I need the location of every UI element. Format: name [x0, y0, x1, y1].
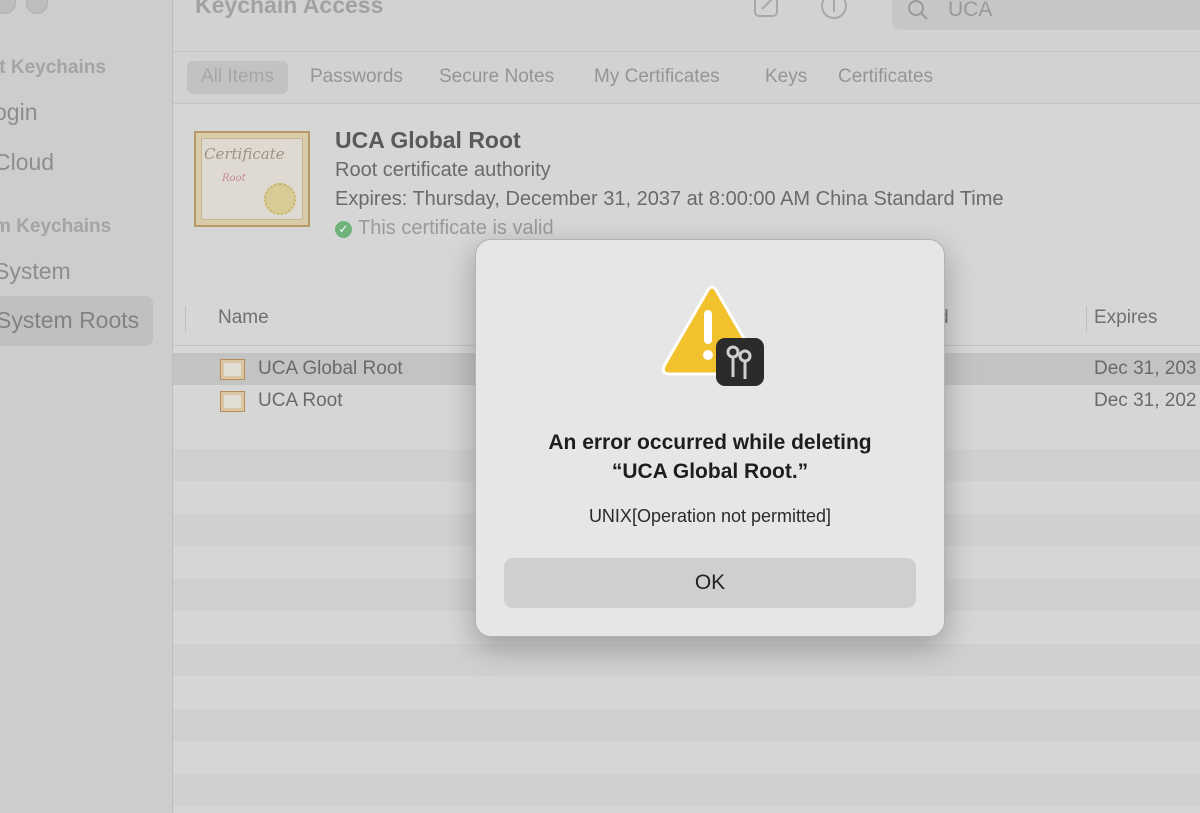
- row-expires: Dec 31, 202: [1094, 390, 1197, 411]
- tab-all-items[interactable]: All Items: [187, 61, 288, 94]
- compose-icon[interactable]: [753, 0, 779, 18]
- sidebar: lt Keychains ogin Cloud m Keychains Syst…: [0, 0, 173, 813]
- error-alert: An error occurred while deleting “UCA Gl…: [475, 239, 945, 637]
- info-icon[interactable]: [820, 0, 847, 19]
- certificate-subtitle: Root certificate authority: [335, 159, 551, 181]
- toolbar: Keychain Access UCA: [173, 0, 1200, 52]
- tab-keys[interactable]: Keys: [765, 66, 807, 88]
- ok-button[interactable]: OK: [504, 558, 916, 608]
- sidebar-section-default-keychains: lt Keychains: [0, 57, 106, 78]
- empty-row: [173, 709, 1200, 741]
- column-name[interactable]: Name: [218, 307, 269, 329]
- sidebar-item-system-roots[interactable]: System Roots: [0, 296, 153, 346]
- certificate-title: UCA Global Root: [335, 127, 521, 153]
- certificate-expires: Expires: Thursday, December 31, 2037 at …: [335, 188, 1004, 210]
- validity-text: This certificate is valid: [358, 217, 554, 239]
- sidebar-item-icloud[interactable]: Cloud: [0, 149, 54, 176]
- warning-keychain-icon: [656, 284, 768, 388]
- tab-passwords[interactable]: Passwords: [310, 66, 403, 88]
- column-expires[interactable]: Expires: [1094, 307, 1157, 329]
- seal-icon: [264, 183, 296, 215]
- sidebar-section-system-keychains: m Keychains: [0, 216, 112, 237]
- tab-certificates[interactable]: Certificates: [838, 66, 933, 88]
- search-icon: [906, 0, 932, 24]
- row-name: UCA Global Root: [258, 358, 403, 379]
- column-separator: [185, 306, 186, 332]
- sidebar-item-login[interactable]: ogin: [0, 99, 37, 126]
- tab-my-certificates[interactable]: My Certificates: [594, 66, 720, 88]
- certificate-icon: [220, 391, 245, 412]
- window-title: Keychain Access: [195, 0, 384, 18]
- search-field[interactable]: UCA: [892, 0, 1200, 30]
- empty-row: [173, 774, 1200, 806]
- column-separator: [1086, 306, 1087, 332]
- sidebar-item-system[interactable]: System: [0, 258, 71, 285]
- certificate-icon: [220, 359, 245, 380]
- tab-secure-notes[interactable]: Secure Notes: [439, 66, 554, 88]
- checkmark-icon: ✓: [335, 221, 352, 238]
- certificate-validity: ✓ This certificate is valid: [335, 217, 554, 240]
- row-name: UCA Root: [258, 390, 343, 411]
- row-expires: Dec 31, 203: [1094, 358, 1197, 379]
- search-query[interactable]: UCA: [948, 0, 992, 22]
- alert-title: An error occurred while deleting “UCA Gl…: [548, 431, 872, 483]
- empty-row: [173, 644, 1200, 676]
- certificate-icon: Certificate Root: [194, 131, 310, 227]
- minimize-window-button[interactable]: [26, 0, 48, 14]
- alert-message: UNIX[Operation not permitted]: [588, 506, 832, 526]
- close-window-button[interactable]: [0, 0, 16, 14]
- category-tabs: All Items Passwords Secure Notes My Cert…: [173, 52, 1200, 104]
